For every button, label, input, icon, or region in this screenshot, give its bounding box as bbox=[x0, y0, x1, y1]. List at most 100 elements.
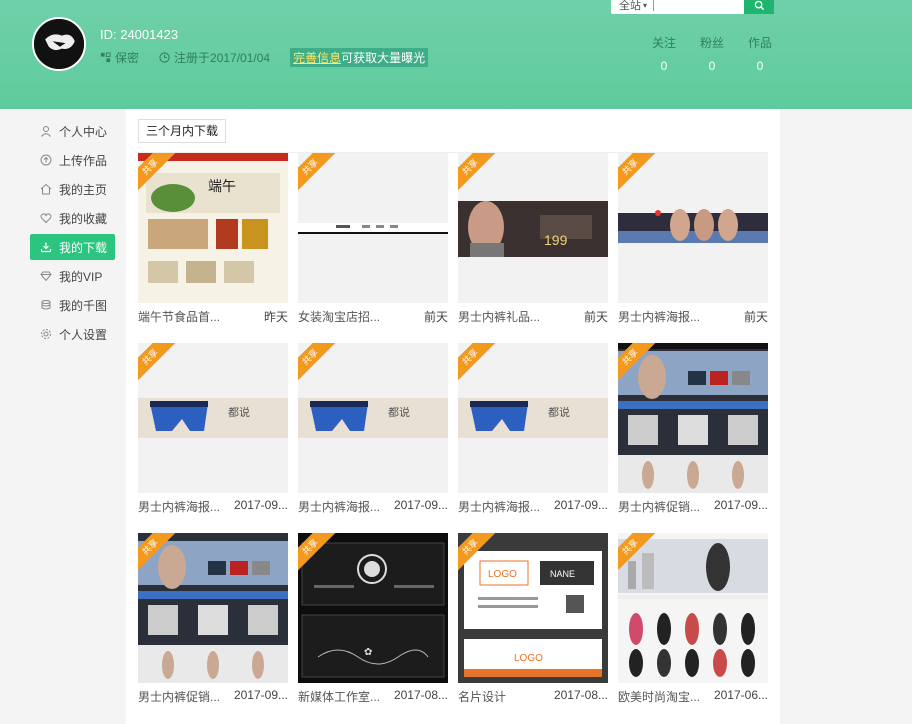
name-card-preview: LOGO NANE LOGO bbox=[458, 533, 608, 683]
search-button[interactable] bbox=[744, 0, 774, 14]
card-caption: 男士内裤促销... 2017-09... bbox=[138, 688, 288, 705]
download-card[interactable]: 都说 共享 男士内裤海报... 2017-09... bbox=[298, 343, 448, 515]
svg-text:LOGO: LOGO bbox=[514, 653, 543, 664]
sidebar-item-vip[interactable]: 我的VIP bbox=[30, 263, 115, 289]
sidebar-item-upload[interactable]: 上传作品 bbox=[30, 147, 115, 173]
storefront-banner-preview bbox=[298, 153, 448, 303]
stat-label: 粉丝 bbox=[699, 36, 724, 50]
sidebar-item-label: 我的收藏 bbox=[59, 211, 108, 226]
card-caption: 女装淘宝店招... 前天 bbox=[298, 308, 448, 325]
complete-info-link[interactable]: 完善信息 bbox=[293, 51, 341, 65]
card-title[interactable]: 男士内裤海报... bbox=[618, 308, 700, 325]
card-thumbnail[interactable]: 共享 bbox=[618, 343, 768, 493]
user-id: ID: 24001423 bbox=[100, 27, 179, 42]
time-filter-button[interactable]: 三个月内下载 bbox=[138, 119, 227, 143]
sidebar-item-label: 个人设置 bbox=[59, 327, 108, 342]
svg-text:NANE: NANE bbox=[550, 569, 575, 579]
download-card[interactable]: 共享 欧美时尚淘宝... 2017-06... bbox=[618, 533, 768, 705]
download-card[interactable]: 199 共享 男士内裤礼品... 前天 bbox=[458, 153, 608, 325]
card-caption: 男士内裤海报... 2017-09... bbox=[458, 498, 608, 515]
stat-works[interactable]: 作品 0 bbox=[736, 34, 784, 73]
card-thumbnail[interactable]: LOGO NANE LOGO 共享 bbox=[458, 533, 608, 683]
chevron-down-icon: ▾ bbox=[643, 0, 648, 10]
card-thumbnail[interactable]: ✿ 共享 bbox=[298, 533, 448, 683]
search-scope-label: 全站 bbox=[619, 0, 641, 12]
card-title[interactable]: 欧美时尚淘宝... bbox=[618, 688, 700, 705]
underwear-promo-preview bbox=[138, 533, 288, 683]
card-title[interactable]: 男士内裤促销... bbox=[138, 688, 220, 705]
stat-following[interactable]: 关注 0 bbox=[640, 34, 688, 73]
sidebar-item-label: 个人中心 bbox=[59, 124, 108, 139]
card-date: 前天 bbox=[423, 310, 448, 324]
card-thumbnail[interactable]: 都说 共享 bbox=[298, 343, 448, 493]
business-card-preview: ✿ bbox=[298, 533, 448, 683]
card-thumbnail[interactable]: 都说 共享 bbox=[138, 343, 288, 493]
sidebar-item-homepage[interactable]: 我的主页 bbox=[30, 176, 115, 202]
download-card[interactable]: 共享 男士内裤海报... 前天 bbox=[618, 153, 768, 325]
download-card[interactable]: 端午 共享 端午节食品首... 昨天 bbox=[138, 153, 288, 325]
stat-followers[interactable]: 粉丝 0 bbox=[688, 34, 736, 73]
svg-text:✿: ✿ bbox=[364, 647, 372, 658]
card-title[interactable]: 男士内裤海报... bbox=[458, 498, 540, 515]
card-title[interactable]: 男士内裤促销... bbox=[618, 498, 700, 515]
card-thumbnail[interactable]: 共享 bbox=[618, 153, 768, 303]
download-card[interactable]: 共享 女装淘宝店招... 前天 bbox=[298, 153, 448, 325]
card-date: 前天 bbox=[743, 310, 768, 324]
profile-meta: 保密 注册于2017/01/04 完善信息可获取大量曝光 bbox=[100, 48, 429, 67]
svg-text:都说: 都说 bbox=[388, 405, 410, 419]
avatar-image bbox=[34, 19, 84, 69]
underwear-poster-preview: 都说 bbox=[458, 343, 608, 493]
sidebar-item-label: 我的下载 bbox=[59, 240, 108, 255]
underwear-poster-preview: 都说 bbox=[298, 343, 448, 493]
card-thumbnail[interactable]: 199 共享 bbox=[458, 153, 608, 303]
card-title[interactable]: 男士内裤海报... bbox=[298, 498, 380, 515]
stat-label: 作品 bbox=[747, 36, 772, 50]
card-thumbnail[interactable]: 共享 bbox=[138, 533, 288, 683]
download-card[interactable]: 共享 男士内裤促销... 2017-09... bbox=[138, 533, 288, 705]
card-date: 2017-09... bbox=[233, 498, 288, 512]
promo-banner: 完善信息可获取大量曝光 bbox=[290, 48, 429, 67]
avatar[interactable] bbox=[32, 17, 86, 71]
card-thumbnail[interactable]: 端午 共享 bbox=[138, 153, 288, 303]
fashion-store-preview bbox=[618, 533, 768, 683]
home-icon bbox=[40, 183, 52, 195]
underwear-poster-preview: 都说 bbox=[138, 343, 288, 493]
underwear-promo-preview bbox=[618, 343, 768, 493]
card-caption: 名片设计 2017-08... bbox=[458, 688, 608, 705]
card-title[interactable]: 女装淘宝店招... bbox=[298, 308, 380, 325]
sidebar-item-favorites[interactable]: 我的收藏 bbox=[30, 205, 115, 231]
card-thumbnail[interactable]: 都说 共享 bbox=[458, 343, 608, 493]
card-caption: 男士内裤促销... 2017-09... bbox=[618, 498, 768, 515]
download-card[interactable]: 都说 共享 男士内裤海报... 2017-09... bbox=[138, 343, 288, 515]
card-caption: 男士内裤海报... 2017-09... bbox=[298, 498, 448, 515]
stat-value: 0 bbox=[756, 59, 764, 73]
register-info: 注册于2017/01/04 bbox=[159, 49, 270, 66]
card-title[interactable]: 男士内裤海报... bbox=[138, 498, 220, 515]
card-title[interactable]: 端午节食品首... bbox=[138, 308, 220, 325]
search-icon bbox=[754, 0, 764, 10]
download-card[interactable]: 都说 共享 男士内裤海报... 2017-09... bbox=[458, 343, 608, 515]
search-scope-select[interactable]: 全站 ▾ bbox=[611, 0, 744, 14]
register-date: 注册于2017/01/04 bbox=[174, 51, 271, 65]
sidebar-item-label: 我的主页 bbox=[59, 182, 108, 197]
sidebar-item-personal-center[interactable]: 个人中心 bbox=[30, 118, 115, 144]
upload-icon bbox=[40, 154, 52, 166]
gender-text: 保密 bbox=[115, 51, 140, 65]
sidebar-item-qiantu[interactable]: 我的千图 bbox=[30, 292, 115, 318]
svg-text:LOGO: LOGO bbox=[488, 569, 517, 580]
card-thumbnail[interactable]: 共享 bbox=[618, 533, 768, 683]
download-card[interactable]: 共享 男士内裤促销... 2017-09... bbox=[618, 343, 768, 515]
underwear-poster-preview bbox=[618, 153, 768, 303]
download-icon bbox=[40, 242, 52, 253]
card-title[interactable]: 新媒体工作室... bbox=[298, 688, 380, 705]
sidebar-item-settings[interactable]: 个人设置 bbox=[30, 321, 115, 347]
card-thumbnail[interactable]: 共享 bbox=[298, 153, 448, 303]
card-date: 2017-09... bbox=[393, 498, 448, 512]
download-card[interactable]: LOGO NANE LOGO 共享 名片设计 2017-08... bbox=[458, 533, 608, 705]
card-title[interactable]: 男士内裤礼品... bbox=[458, 308, 540, 325]
card-caption: 男士内裤礼品... 前天 bbox=[458, 308, 608, 325]
download-card[interactable]: ✿ 共享 新媒体工作室... 2017-08... bbox=[298, 533, 448, 705]
card-title[interactable]: 名片设计 bbox=[458, 688, 506, 705]
sidebar-item-downloads[interactable]: 我的下载 bbox=[30, 234, 115, 260]
svg-text:199: 199 bbox=[544, 232, 568, 248]
